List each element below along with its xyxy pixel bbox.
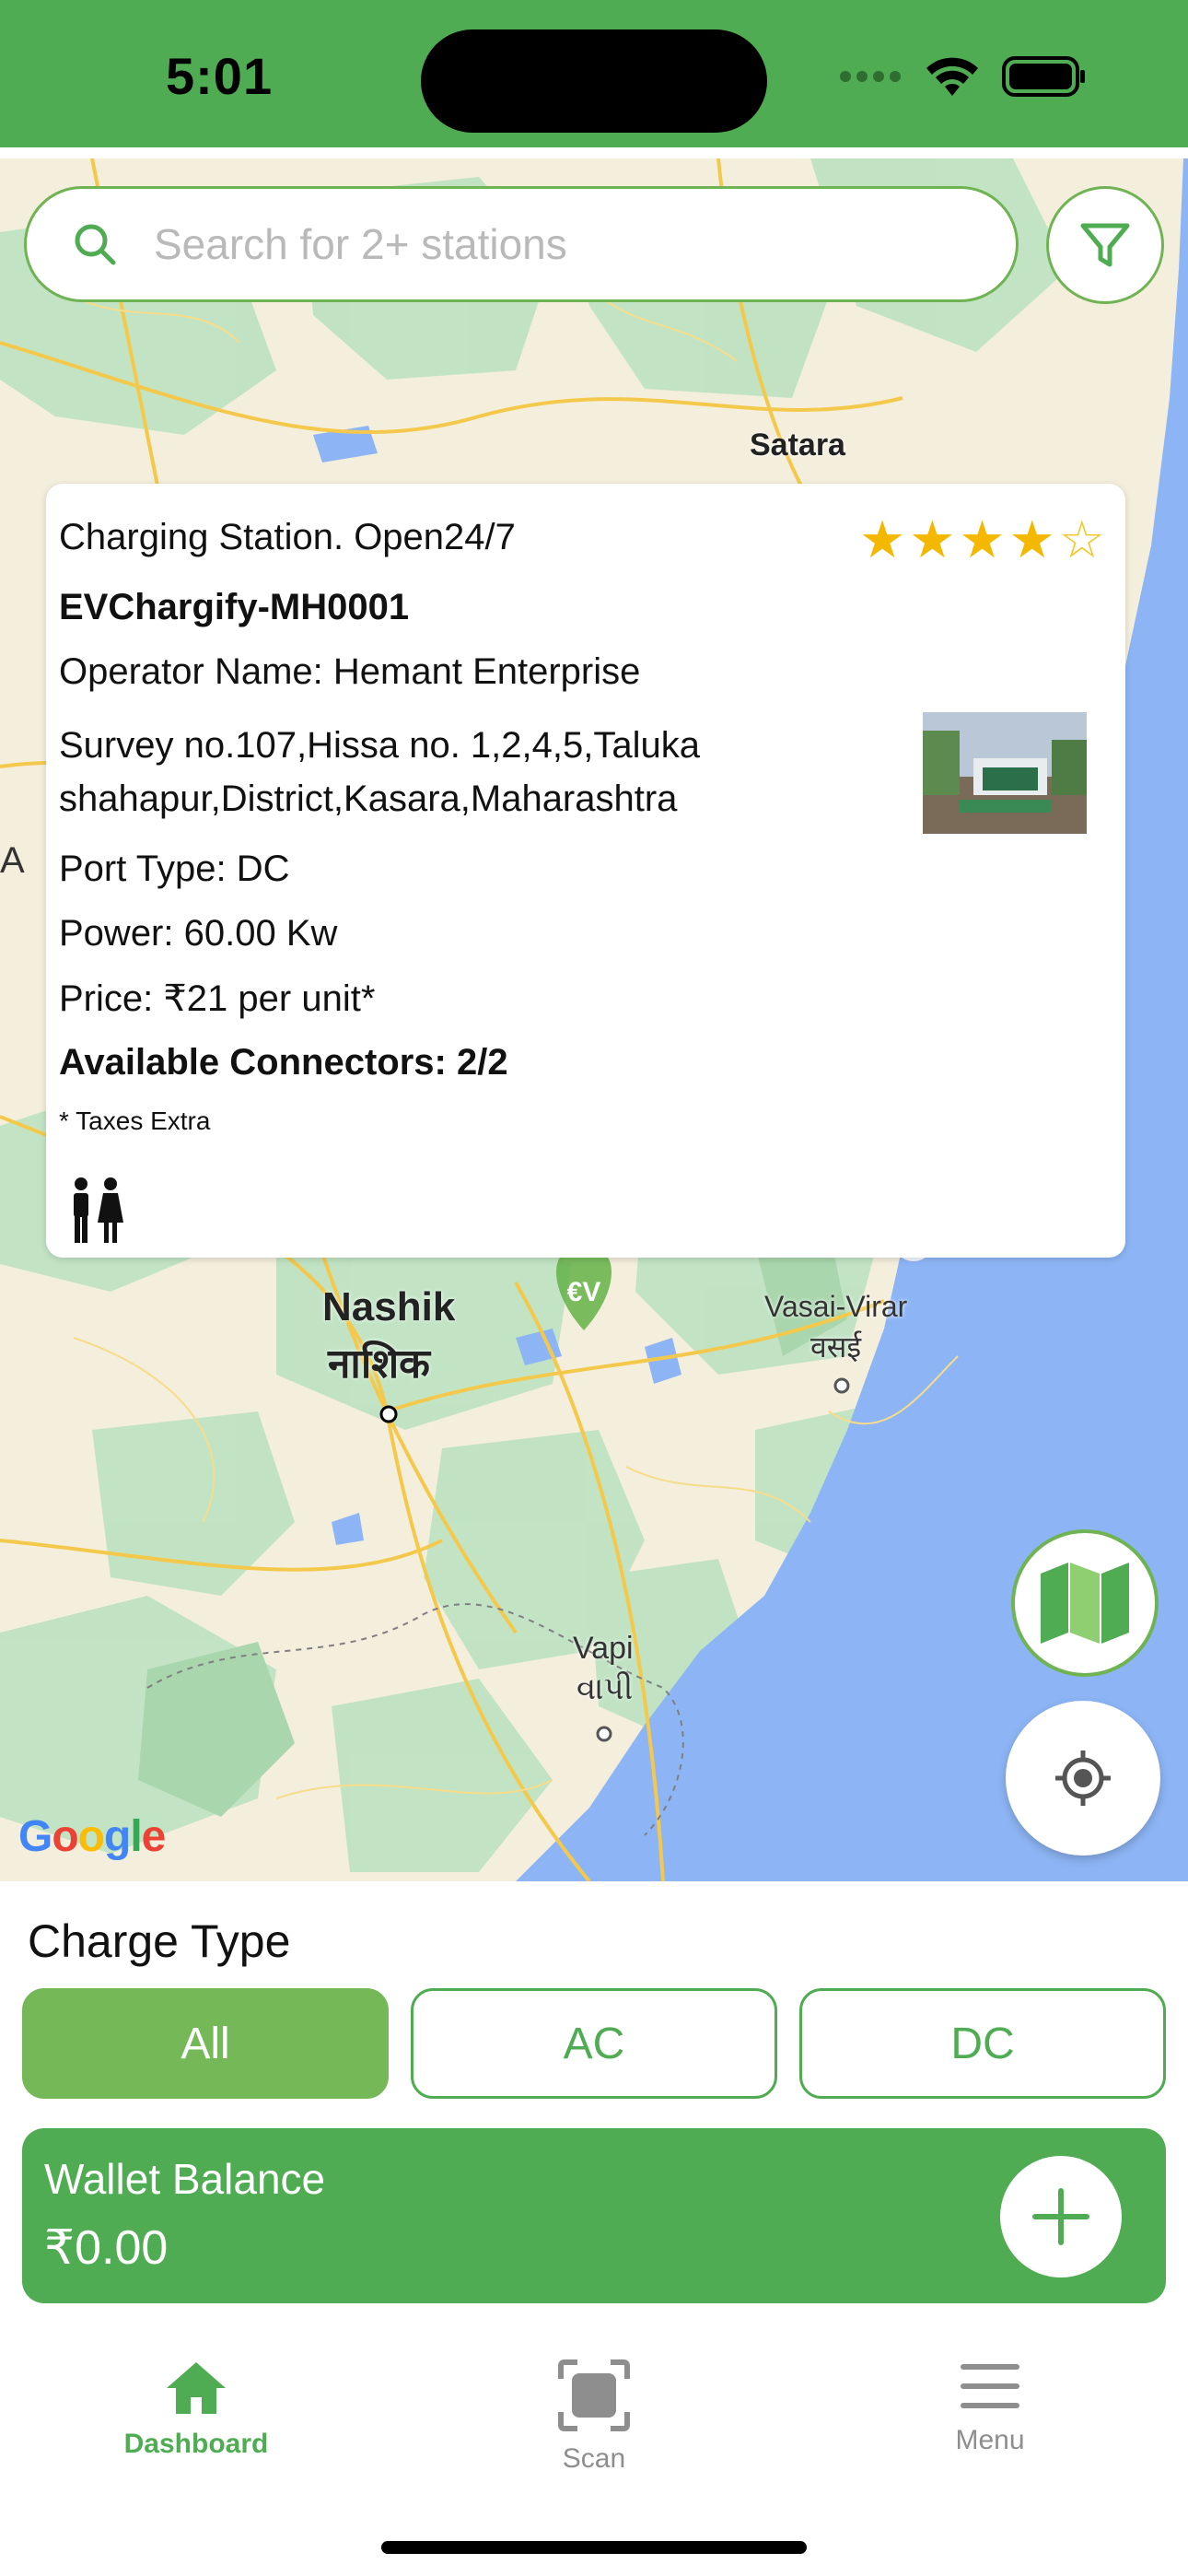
restroom-icon (74, 1177, 123, 1243)
search-icon (75, 224, 116, 265)
status-icons (838, 55, 1087, 98)
map-label-edge: A (0, 840, 25, 881)
filter-button[interactable] (1046, 186, 1164, 304)
tab-scan-label: Scan (562, 2443, 626, 2474)
station-power: Power: 60.00 Kw (59, 913, 338, 954)
crosshair-icon (1055, 1751, 1111, 1806)
search-input[interactable] (152, 218, 984, 270)
map-label-nashik-local: नाशिक (328, 1341, 430, 1387)
tab-menu-label: Menu (955, 2425, 1025, 2455)
station-port-type: Port Type: DC (59, 849, 290, 889)
menu-icon (961, 2364, 1019, 2408)
google-logo: Google (18, 1812, 166, 1861)
charge-type-all-button[interactable]: All (22, 1988, 389, 2099)
home-indicator (381, 2541, 807, 2554)
wallet-label: Wallet Balance (44, 2155, 326, 2203)
station-status: Charging Station. Open24/7 (59, 517, 516, 557)
charge-type-ac-button[interactable]: AC (411, 1988, 777, 2099)
map-type-button[interactable] (1011, 1529, 1159, 1677)
tab-scan[interactable]: Scan (474, 2359, 714, 2475)
wallet-balance: ₹0.00 (44, 2221, 169, 2275)
filter-icon (1080, 223, 1130, 267)
star-filled-icon: ★ (858, 510, 910, 568)
cellular-signal-icon (840, 71, 901, 82)
search-bar[interactable] (24, 186, 1019, 302)
wallet-card: Wallet Balance ₹0.00 (22, 2128, 1166, 2303)
charge-type-title: Charge Type (28, 1915, 291, 1967)
scan-icon (558, 2359, 630, 2431)
tab-dashboard-label: Dashboard (123, 2429, 269, 2459)
station-name: EVChargify-MH0001 (59, 587, 410, 627)
my-location-button[interactable] (1006, 1701, 1160, 1856)
home-icon (167, 2362, 226, 2414)
status-time: 5:01 (166, 47, 274, 105)
star-empty-icon: ☆ (1058, 510, 1109, 568)
map-label-vapi-local: વાપી (577, 1671, 634, 1706)
station-address-line2: shahapur,District,Kasara,Maharashtra (59, 779, 678, 819)
tab-dashboard[interactable]: Dashboard (76, 2359, 316, 2460)
map-label-vapi: Vapi (573, 1631, 634, 1666)
wifi-icon (926, 57, 978, 96)
star-filled-icon: ★ (909, 510, 960, 568)
charge-type-dc-button[interactable]: DC (799, 1988, 1166, 2099)
station-operator: Operator Name: Hemant Enterprise (59, 651, 641, 692)
plus-icon (1032, 2188, 1089, 2245)
map-label-nashik: Nashik (322, 1284, 456, 1329)
tab-menu[interactable]: Menu (870, 2359, 1110, 2456)
ev-marker-label: €V (567, 1277, 601, 1307)
station-rating: ★★★★☆ (859, 509, 1109, 570)
star-filled-icon: ★ (959, 510, 1009, 568)
add-money-button[interactable] (1000, 2156, 1122, 2277)
station-info-card[interactable]: Charging Station. Open24/7 ★★★★☆ EVCharg… (46, 484, 1125, 1258)
station-price: Price: ₹21 per unit* (59, 978, 376, 1019)
star-filled-icon: ★ (1008, 510, 1059, 568)
map-layers-icon (1041, 1563, 1129, 1644)
dynamic-island (421, 29, 767, 133)
battery-icon (1002, 56, 1085, 97)
ev-station-marker-icon[interactable]: €V (555, 1246, 612, 1330)
station-photo[interactable] (923, 712, 1087, 834)
station-connectors: Available Connectors: 2/2 (59, 1042, 508, 1083)
station-address-line1: Survey no.107,Hissa no. 1,2,4,5,Taluka (59, 725, 700, 766)
map-label-vasai-local: वसई (810, 1330, 862, 1364)
map-label-satara: Satara (750, 427, 845, 463)
map-label-vasai-virar: Vasai-Virar (764, 1290, 908, 1323)
station-taxes-note: * Taxes Extra (59, 1107, 211, 1135)
